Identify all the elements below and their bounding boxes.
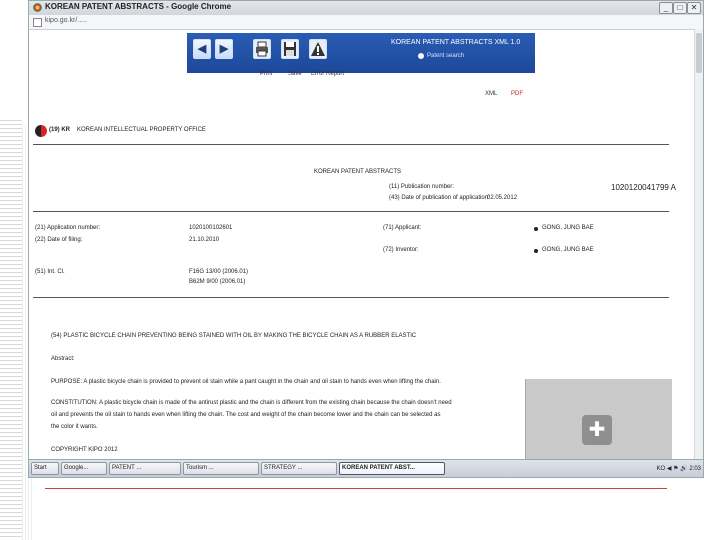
inventor-label: (72) Inventor: (383, 247, 419, 253)
floppy-disk-icon (282, 40, 298, 58)
applicant-name: GONG, JUNG BAE (542, 225, 594, 231)
save-label: Save (288, 71, 302, 77)
print-button[interactable] (253, 39, 271, 59)
taskbar-item-start[interactable]: Start (31, 462, 59, 475)
publication-number-label: (11) Publication number: (389, 184, 454, 190)
taskbar-item-strategy[interactable]: STRATEGY ... (261, 462, 337, 475)
ipc-divider (33, 297, 669, 298)
browser-window: KOREAN PATENT ABSTRACTS - Google Chrome … (28, 0, 704, 478)
application-date: 21.10.2010 (189, 237, 219, 243)
back-arrow-icon: ◀ (194, 40, 210, 58)
system-tray[interactable]: KO ◀ ⚑ 🔊 2:03 (657, 463, 701, 475)
patent-title: (54) PLASTIC BICYCLE CHAIN PREVENTING BE… (51, 333, 416, 339)
banner-subtitle[interactable]: Patent search (427, 53, 464, 59)
search-globe-icon (418, 53, 424, 59)
drawing-placeholder: ✚ (525, 379, 672, 461)
print-label: Print (260, 71, 272, 77)
kipo-logo (35, 125, 47, 137)
maximize-button[interactable]: □ (673, 2, 687, 14)
office-name: KOREAN INTELLECTUAL PROPERTY OFFICE (77, 127, 206, 133)
inventor-bullet (534, 249, 538, 253)
taskbar: Start Google... PATENT ... Tourism ... S… (29, 459, 704, 478)
address-bar[interactable]: kipo.go.kr/..... (29, 15, 703, 30)
application-number: 1020100102601 (189, 225, 232, 231)
constitution-line-1: CONSTITUTION: A plastic bicycle chain is… (51, 400, 452, 406)
forward-button[interactable]: ▶ (215, 39, 233, 59)
chrome-icon (33, 3, 42, 12)
background-stripes (0, 120, 22, 540)
publication-date-label: (43) Date of publication of application: (389, 195, 490, 201)
inventor-name: GONG, JUNG BAE (542, 247, 594, 253)
missing-plugin-icon: ✚ (582, 415, 612, 445)
publication-number: 1020120041799 A (611, 183, 676, 192)
application-date-label: (22) Date of filing: (35, 237, 82, 243)
office-code: (19) KR (49, 127, 70, 133)
back-button[interactable]: ◀ (193, 39, 211, 59)
purpose-text: PURPOSE: A plastic bicycle chain is prov… (51, 379, 441, 385)
pub-divider (33, 211, 669, 212)
ipc-line-2: B62M 9/00 (2006.01) (189, 279, 245, 285)
applicant-bullet (534, 227, 538, 231)
ipc-line-1: F16G 13/00 (2006.01) (189, 269, 248, 275)
ipc-label: (51) Int. Cl. (35, 269, 65, 275)
minimize-button[interactable]: _ (659, 2, 673, 14)
header-divider (33, 144, 669, 145)
banner-title: KOREAN PATENT ABSTRACTS XML 1.0 (391, 39, 520, 46)
printer-icon (254, 40, 270, 58)
xml-format-link[interactable]: XML (485, 91, 497, 97)
abstract-heading: Abstract: (51, 356, 75, 362)
constitution-line-3: the color it wants. (51, 424, 98, 430)
patent-toolbar: ◀ ▶ KOREAN PATENT ABSTRACTS XML 1.0 Pate… (187, 33, 535, 73)
taskbar-item-google[interactable]: Google... (61, 462, 107, 475)
page-content: ◀ ▶ KOREAN PATENT ABSTRACTS XML 1.0 Pate… (29, 29, 696, 461)
taskbar-item-korean-patent[interactable]: KOREAN PATENT ABST... (339, 462, 445, 475)
taskbar-item-tourism[interactable]: Tourism ... (183, 462, 259, 475)
slide-underline (45, 488, 667, 489)
title-bar: KOREAN PATENT ABSTRACTS - Google Chrome … (29, 1, 703, 15)
applicant-label: (71) Applicant: (383, 225, 421, 231)
close-button[interactable]: ✕ (687, 2, 701, 14)
document-heading: KOREAN PATENT ABSTRACTS (314, 169, 401, 175)
publication-date: 02.05.2012 (487, 195, 517, 201)
application-number-label: (21) Application number: (35, 225, 100, 231)
url-text[interactable]: kipo.go.kr/..... (45, 17, 87, 24)
window-title: KOREAN PATENT ABSTRACTS - Google Chrome (45, 2, 231, 11)
pdf-format-link[interactable]: PDF (511, 91, 523, 97)
warning-icon (310, 40, 326, 58)
constitution-line-2: oil and prevents the oil stain to hands … (51, 412, 440, 418)
taskbar-item-patent[interactable]: PATENT ... (109, 462, 181, 475)
save-button[interactable] (281, 39, 299, 59)
copyright-text: COPYRIGHT KIPO 2012 (51, 447, 118, 453)
error-report-label: Error Report (311, 71, 344, 77)
page-icon (33, 18, 42, 27)
forward-arrow-icon: ▶ (216, 40, 232, 58)
scroll-thumb[interactable] (696, 33, 702, 73)
error-report-button[interactable] (309, 39, 327, 59)
